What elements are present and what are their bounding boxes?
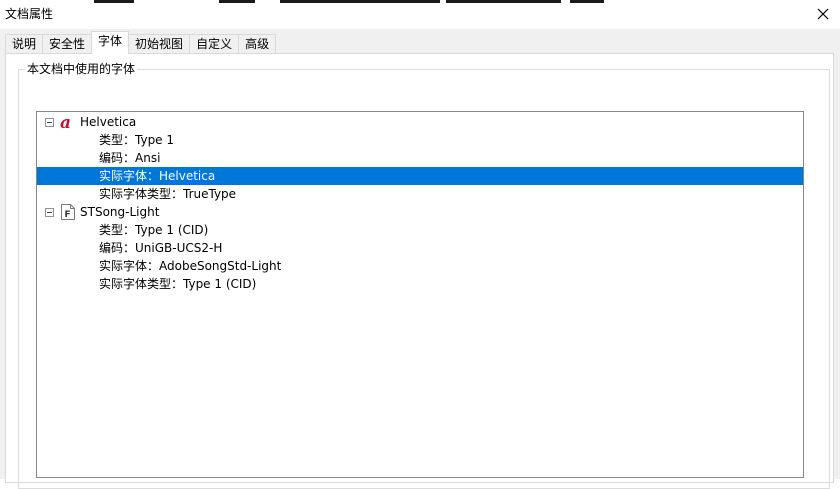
background-artifact xyxy=(280,0,440,3)
background-artifact xyxy=(94,0,134,3)
tree-node-property[interactable]: 编码：UniGB-UCS2-H xyxy=(37,239,803,257)
svg-text:a: a xyxy=(60,114,71,130)
tab-initial-view[interactable]: 初始视图 xyxy=(128,34,191,54)
svg-text:F: F xyxy=(65,210,71,220)
tree-node-font[interactable]: a Helvetica xyxy=(37,113,803,131)
font-property: 实际字体：AdobeSongStd-Light xyxy=(99,259,282,273)
tab-advanced[interactable]: 高级 xyxy=(238,34,277,54)
close-button[interactable] xyxy=(810,3,836,25)
tab-fonts[interactable]: 字体 xyxy=(91,31,130,54)
window-title: 文档属性 xyxy=(5,7,54,21)
tab-panel-fonts: 本文档中使用的字体 a Helvetica 类型：Type 1 编码：Ansi … xyxy=(5,53,834,489)
tab-bar: 说明 安全性 字体 初始视图 自定义 高级 xyxy=(5,31,277,54)
tree-node-property[interactable]: 实际字体：AdobeSongStd-Light xyxy=(37,257,803,275)
tree-node-property[interactable]: 编码：Ansi xyxy=(37,149,803,167)
font-property: 编码：Ansi xyxy=(99,151,161,165)
tab-description[interactable]: 说明 xyxy=(5,34,44,54)
background-artifact xyxy=(219,0,255,3)
tab-custom[interactable]: 自定义 xyxy=(189,34,240,54)
group-title: 本文档中使用的字体 xyxy=(25,61,138,77)
tree-node-property[interactable]: 实际字体类型：TrueType xyxy=(37,185,803,203)
font-property: 实际字体：Helvetica xyxy=(99,169,216,183)
background-artifact xyxy=(446,0,561,3)
dialog-body: 说明 安全性 字体 初始视图 自定义 高级 本文档中使用的字体 a Helvet… xyxy=(0,29,840,489)
generic-font-icon: F xyxy=(61,204,75,220)
collapse-toggle-icon[interactable] xyxy=(45,118,54,127)
font-name: STSong-Light xyxy=(80,205,160,219)
type1-font-icon: a xyxy=(60,114,71,130)
font-property: 类型：Type 1 xyxy=(99,133,175,147)
close-icon xyxy=(817,8,829,20)
background-artifact xyxy=(570,0,604,3)
font-property: 类型：Type 1 (CID) xyxy=(99,223,209,237)
font-name: Helvetica xyxy=(80,115,137,129)
tree-node-property[interactable]: 实际字体类型：Type 1 (CID) xyxy=(37,275,803,293)
tab-security[interactable]: 安全性 xyxy=(42,34,93,54)
tree-node-property[interactable]: 类型：Type 1 (CID) xyxy=(37,221,803,239)
font-tree[interactable]: a Helvetica 类型：Type 1 编码：Ansi 实际字体：Helve… xyxy=(36,111,804,478)
title-bar: 文档属性 xyxy=(0,0,840,29)
font-property: 实际字体类型：TrueType xyxy=(99,187,237,201)
collapse-toggle-icon[interactable] xyxy=(45,208,54,217)
font-property: 编码：UniGB-UCS2-H xyxy=(99,241,223,255)
tree-node-property[interactable]: 类型：Type 1 xyxy=(37,131,803,149)
tree-node-property-selected[interactable]: 实际字体：Helvetica xyxy=(37,167,803,185)
tree-node-font[interactable]: F STSong-Light xyxy=(37,203,803,221)
font-property: 实际字体类型：Type 1 (CID) xyxy=(99,277,257,291)
